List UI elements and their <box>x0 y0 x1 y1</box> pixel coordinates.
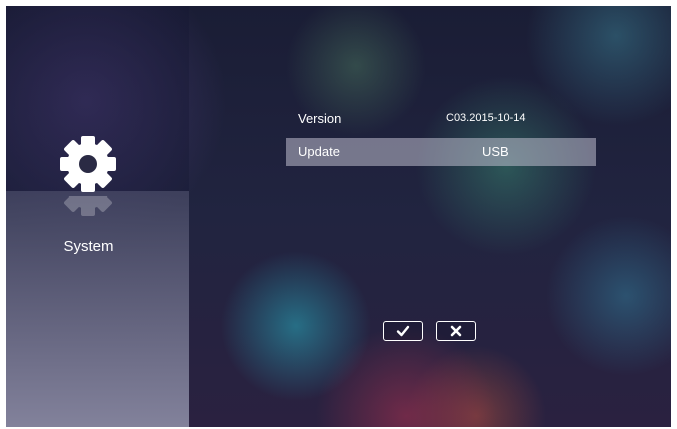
gear-icon <box>58 134 118 194</box>
update-row[interactable]: Update USB <box>286 138 596 166</box>
update-value[interactable]: USB <box>482 144 562 159</box>
sidebar: System <box>6 6 189 427</box>
check-icon <box>396 325 410 337</box>
gear-icon-reflection <box>58 196 118 218</box>
settings-screen: System Version C03.2015-10-14 Update USB <box>6 6 671 427</box>
version-row: Version C03.2015-10-14 <box>286 105 596 133</box>
version-value: C03.2015-10-14 <box>446 112 526 124</box>
sidebar-label: System <box>63 238 114 255</box>
update-label: Update <box>298 144 340 159</box>
close-icon <box>450 325 462 337</box>
confirm-button[interactable] <box>383 321 423 341</box>
cancel-button[interactable] <box>436 321 476 341</box>
version-label: Version <box>298 111 342 126</box>
